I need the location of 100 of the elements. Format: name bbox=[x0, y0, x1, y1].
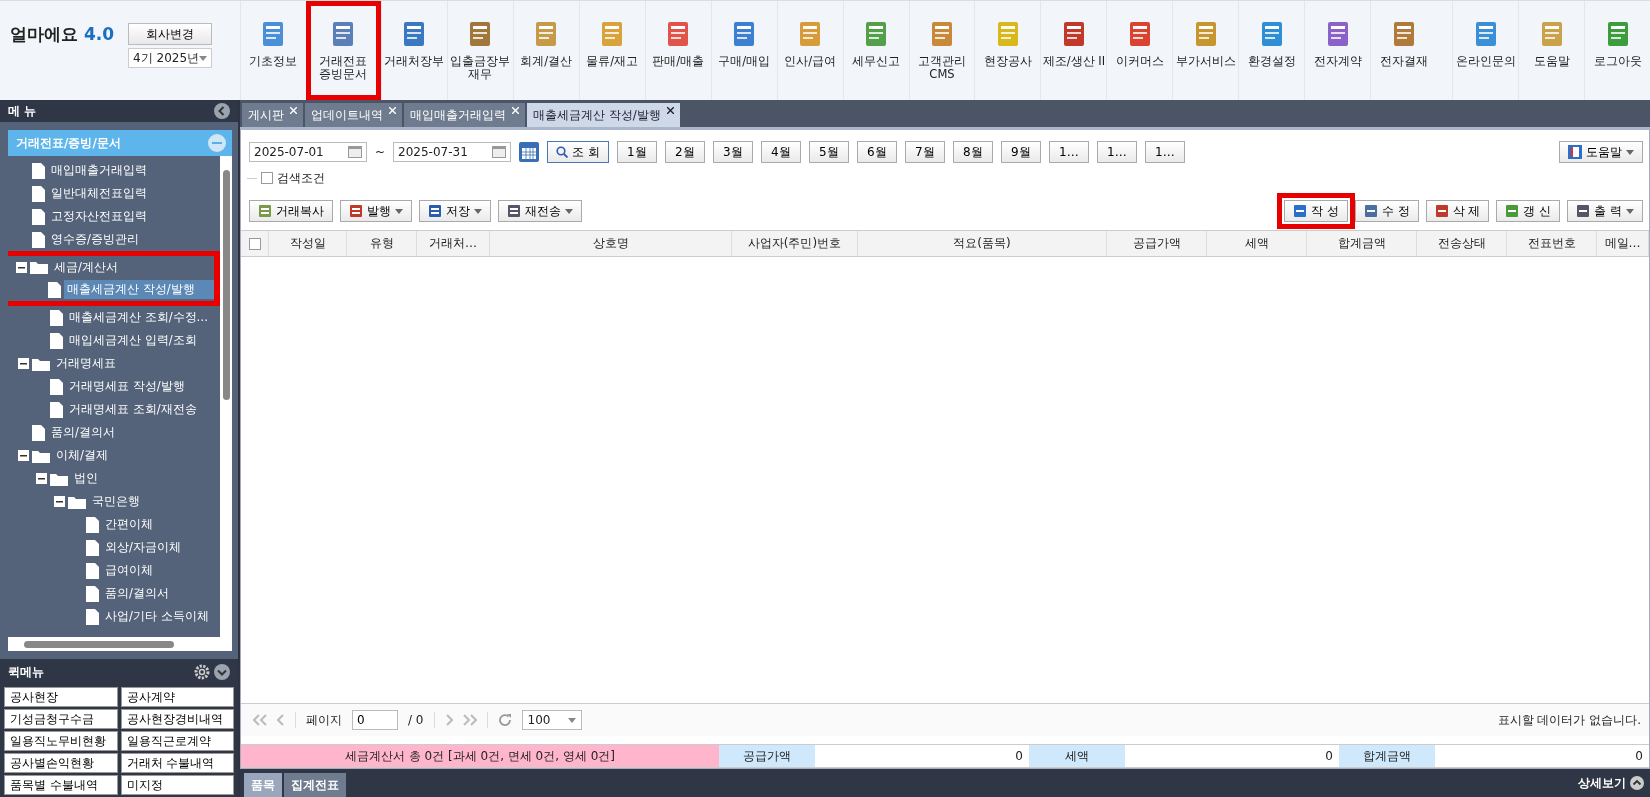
summary-caption: 세금계산서 총 0건 [과세 0건, 면세 0건, 영세 0건] bbox=[241, 745, 719, 767]
detail-toggle-button[interactable]: 상세보기 bbox=[1572, 769, 1650, 797]
menu-item[interactable]: 매출세금계산 작성/발행 bbox=[64, 280, 214, 299]
date-field[interactable]: 2025-07-01 bbox=[249, 142, 367, 162]
menu-item[interactable]: 매입매출거래입력 bbox=[48, 161, 150, 180]
quick-menu-button[interactable]: 거래처 수불내역 bbox=[120, 753, 234, 773]
toolbar-button[interactable]: 거래전표 증빙문서 bbox=[305, 1, 381, 100]
month-button[interactable]: 9월 bbox=[1000, 141, 1041, 163]
menu-item[interactable]: 국민은행 bbox=[89, 492, 143, 511]
column-header[interactable]: 거래처… bbox=[417, 231, 490, 256]
company-change-button[interactable]: 회사변경 bbox=[128, 23, 213, 45]
page-size-select[interactable]: 100 bbox=[521, 710, 582, 730]
menu-item[interactable]: 매출세금계산 조회/수정… bbox=[66, 308, 212, 327]
search-button[interactable]: 조 회 bbox=[547, 141, 609, 163]
month-button[interactable]: 5월 bbox=[808, 141, 849, 163]
month-button[interactable]: 7월 bbox=[904, 141, 945, 163]
month-button[interactable]: 2월 bbox=[664, 141, 705, 163]
expand-icon[interactable] bbox=[214, 664, 230, 680]
column-header[interactable]: 메일… bbox=[1597, 231, 1649, 256]
file-icon bbox=[86, 608, 99, 625]
menu-item[interactable]: 고정자산전표입력 bbox=[48, 207, 150, 226]
month-button[interactable]: 1… bbox=[1144, 141, 1185, 163]
quick-menu-button[interactable]: 공사계약 bbox=[120, 687, 234, 707]
collapse-icon[interactable] bbox=[214, 103, 230, 119]
settings-icon[interactable] bbox=[194, 664, 210, 680]
quick-menu-button[interactable]: 일용직근로계약 bbox=[120, 731, 234, 751]
document-icon bbox=[1505, 204, 1520, 218]
action-button[interactable]: 저장 bbox=[419, 200, 491, 222]
quick-menu-button[interactable]: 미지정 bbox=[120, 775, 234, 795]
tab[interactable]: 게시판 bbox=[242, 103, 303, 127]
select-all-checkbox[interactable] bbox=[248, 237, 261, 250]
column-header[interactable]: 사업자(주민)번호 bbox=[732, 231, 858, 256]
menu-item[interactable]: 외상/자금이체 bbox=[102, 538, 184, 557]
menu-item[interactable]: 거래명세표 bbox=[53, 354, 119, 373]
quick-menu-button[interactable]: 일용직노무비현황 bbox=[4, 731, 118, 751]
period-select[interactable]: 4기 2025년 bbox=[128, 48, 213, 68]
month-button[interactable]: 4월 bbox=[760, 141, 801, 163]
quick-menu-button[interactable]: 공사별손익현황 bbox=[4, 753, 118, 773]
tab[interactable]: 매출세금계산 작성/발행 bbox=[527, 103, 680, 127]
month-button[interactable]: 6월 bbox=[856, 141, 897, 163]
quick-menu-button[interactable]: 기성금청구수금 bbox=[4, 709, 118, 729]
quick-menu-button[interactable]: 공사현장 bbox=[4, 687, 118, 707]
close-icon[interactable] bbox=[666, 107, 674, 114]
menu-item[interactable]: 거래명세표 조회/재전송 bbox=[66, 400, 200, 419]
expander-icon[interactable] bbox=[36, 473, 47, 484]
action-button[interactable]: 재전송 bbox=[498, 200, 582, 222]
menu-item[interactable]: 간편이체 bbox=[102, 515, 156, 534]
horizontal-scrollbar[interactable] bbox=[8, 637, 232, 651]
month-button[interactable]: 1… bbox=[1096, 141, 1137, 163]
date-field[interactable]: 2025-07-31 bbox=[393, 142, 512, 162]
column-header[interactable]: 전표번호 bbox=[1507, 231, 1597, 256]
menu-item[interactable]: 이체/결제 bbox=[53, 446, 111, 465]
month-button[interactable]: 1… bbox=[1048, 141, 1089, 163]
menu-item[interactable]: 일반대체전표입력 bbox=[48, 184, 150, 203]
column-header[interactable]: 상호명 bbox=[490, 231, 732, 256]
action-button[interactable]: 갱 신 bbox=[1496, 200, 1561, 222]
menu-item[interactable]: 품의/결의서 bbox=[48, 423, 118, 442]
action-button[interactable]: 거래복사 bbox=[249, 200, 333, 222]
menu-item[interactable]: 급여이체 bbox=[102, 561, 156, 580]
page-input[interactable]: 0 bbox=[352, 710, 398, 730]
tab[interactable]: 매입매출거래입력 bbox=[404, 103, 525, 127]
month-button[interactable]: 8월 bbox=[952, 141, 993, 163]
menu-item[interactable]: 거래명세표 작성/발행 bbox=[66, 377, 188, 396]
expander-icon[interactable] bbox=[16, 261, 27, 273]
action-button[interactable]: 발행 bbox=[340, 200, 412, 222]
quick-menu-button[interactable]: 공사현장경비내역 bbox=[120, 709, 234, 729]
month-button[interactable]: 1월 bbox=[616, 141, 657, 163]
quick-menu-button[interactable]: 품목별 수불내역 bbox=[4, 775, 118, 795]
calendar-icon[interactable] bbox=[492, 146, 507, 158]
menu-item[interactable]: 매입세금계산 입력/조회 bbox=[66, 331, 200, 350]
help-button[interactable]: 도움말 bbox=[1559, 141, 1643, 163]
action-button[interactable]: 출 력 bbox=[1567, 200, 1643, 222]
menu-item[interactable]: 영수증/증빙관리 bbox=[48, 230, 142, 249]
action-button[interactable]: 삭 제 bbox=[1425, 200, 1490, 222]
menu-item[interactable]: 품의/결의서 bbox=[102, 584, 172, 603]
menu-item[interactable]: 법인 bbox=[71, 469, 101, 488]
vertical-scrollbar[interactable] bbox=[220, 156, 232, 637]
expander-icon[interactable] bbox=[18, 358, 29, 369]
tab[interactable]: 집계전표 bbox=[284, 773, 346, 797]
column-header[interactable]: 전송상태 bbox=[1417, 231, 1507, 256]
column-header[interactable]: 공급가액 bbox=[1107, 231, 1207, 256]
refresh-icon[interactable] bbox=[497, 713, 512, 727]
menu-item[interactable]: 사업/기타 소득이체 bbox=[102, 607, 212, 626]
column-header[interactable]: 유형 bbox=[347, 231, 417, 256]
column-header[interactable]: 적요(품목) bbox=[858, 231, 1107, 256]
toolbar-button[interactable]: 로그아웃 bbox=[1584, 1, 1650, 100]
column-header[interactable]: 세액 bbox=[1207, 231, 1307, 256]
action-button[interactable]: 수 정 bbox=[1354, 200, 1419, 222]
expander-icon[interactable] bbox=[18, 450, 29, 461]
month-button[interactable]: 3월 bbox=[712, 141, 753, 163]
calendar-icon[interactable] bbox=[519, 142, 540, 162]
tab[interactable]: 업데이트내역 bbox=[305, 103, 402, 127]
expander-icon[interactable] bbox=[54, 496, 65, 507]
column-header[interactable]: 합계금액 bbox=[1307, 231, 1417, 256]
column-header[interactable]: 작성일 bbox=[269, 231, 347, 256]
calendar-icon[interactable] bbox=[348, 146, 362, 158]
search-condition-checkbox[interactable]: 검색조건 bbox=[261, 169, 325, 187]
page-total: / 0 bbox=[408, 713, 424, 727]
toolbar-button[interactable]: 기초정보 bbox=[240, 1, 306, 100]
document-icon bbox=[1363, 204, 1378, 218]
